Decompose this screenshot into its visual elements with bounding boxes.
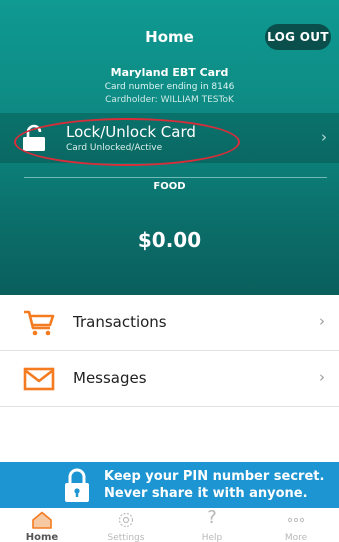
- chevron-right-icon: ›: [319, 312, 325, 330]
- home-icon: [32, 511, 52, 529]
- tab-settings-label: Settings: [107, 533, 145, 542]
- tab-home[interactable]: Home: [0, 508, 84, 542]
- balance-label: FOOD: [153, 181, 186, 192]
- shopping-cart-icon: [24, 310, 55, 336]
- tab-home-label: Home: [25, 532, 59, 542]
- home-header: Home LOG OUT Maryland EBT Card Card numb…: [0, 0, 339, 295]
- chevron-right-icon: ›: [319, 368, 325, 386]
- tab-more-label: More: [284, 533, 308, 542]
- pin-security-banner: Keep your PIN number secret. Never share…: [0, 462, 339, 508]
- balance-amount: $0.00: [137, 228, 202, 252]
- card-name: Maryland EBT Card: [110, 66, 229, 79]
- padlock-icon: [65, 468, 89, 502]
- more-dots-icon: [287, 517, 305, 523]
- divider: [24, 177, 327, 178]
- card-number: Card number ending in 8146: [104, 82, 235, 92]
- logout-button[interactable]: LOG OUT: [265, 24, 331, 50]
- tab-help[interactable]: ? Help: [170, 508, 254, 542]
- bottom-tab-bar: Home Settings ? Help More: [0, 508, 339, 542]
- gear-icon: [118, 512, 134, 528]
- highlight-ellipse: [14, 118, 240, 166]
- list-item-transactions[interactable]: Transactions ›: [0, 295, 339, 351]
- cardholder-name: Cardholder: WILLIAM TESToK: [105, 95, 234, 105]
- banner-line-2: Never share it with anyone.: [104, 486, 308, 501]
- chevron-right-icon: ›: [321, 128, 327, 146]
- messages-label: Messages: [73, 369, 147, 387]
- envelope-icon: [23, 367, 55, 391]
- list-item-messages[interactable]: Messages ›: [0, 351, 339, 407]
- banner-line-1: Keep your PIN number secret.: [104, 469, 325, 484]
- tab-help-label: Help: [201, 533, 223, 542]
- tab-settings[interactable]: Settings: [84, 508, 168, 542]
- question-icon: ?: [207, 507, 217, 528]
- transactions-label: Transactions: [73, 313, 167, 331]
- tab-more[interactable]: More: [254, 508, 338, 542]
